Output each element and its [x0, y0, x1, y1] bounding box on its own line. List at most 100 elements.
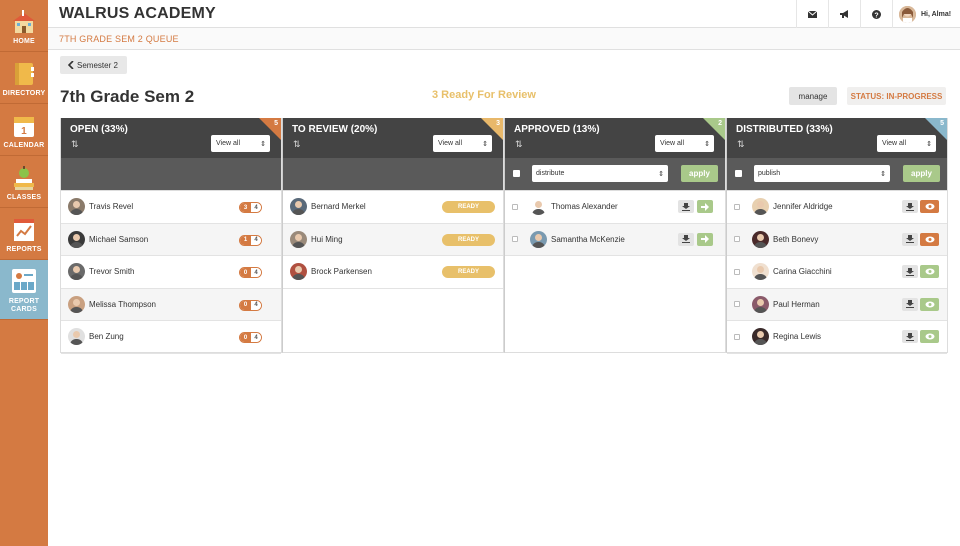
chevron-left-icon	[68, 61, 74, 69]
avatar	[752, 295, 769, 313]
download-button[interactable]	[902, 330, 918, 343]
download-button[interactable]	[678, 232, 694, 246]
student-name: Hui Ming	[311, 234, 343, 244]
row-checkbox[interactable]	[512, 236, 518, 243]
sidebar-item-directory[interactable]: DIRECTORY	[0, 52, 48, 104]
sort-icon[interactable]: ⇅	[293, 139, 301, 150]
row-checkbox[interactable]	[734, 333, 740, 340]
list-item[interactable]: Carina Giacchini	[727, 256, 947, 289]
page-title: 7th Grade Sem 2	[60, 87, 195, 106]
progress-done: 1	[240, 235, 251, 245]
row-checkbox[interactable]	[734, 203, 740, 210]
student-name: Trevor Smith	[89, 267, 135, 277]
view-button[interactable]	[920, 265, 939, 278]
select-all-checkbox[interactable]	[513, 170, 520, 177]
distribute-button[interactable]	[697, 200, 713, 213]
download-button[interactable]	[902, 265, 918, 278]
help-button[interactable]: ?	[860, 0, 892, 28]
progress-done: 3	[240, 203, 251, 212]
download-button[interactable]	[902, 232, 918, 246]
download-button[interactable]	[902, 297, 918, 311]
progress-total: 4	[251, 300, 261, 310]
ready-button[interactable]: READY	[442, 233, 495, 246]
bulk-action-select[interactable]: publish ⇕	[754, 165, 890, 182]
sidebar-item-label: REPORTS	[6, 246, 42, 253]
row-checkbox[interactable]	[734, 301, 740, 308]
list-item[interactable]: Ben Zung 04	[61, 321, 281, 354]
column-count: 2	[718, 120, 722, 127]
mail-button[interactable]	[796, 0, 828, 28]
sort-icon[interactable]: ⇅	[737, 139, 745, 150]
list-item[interactable]: Travis Revel 34	[61, 191, 281, 224]
report-cards-icon	[12, 269, 36, 293]
view-button[interactable]	[920, 232, 939, 246]
column-distributed: DISTRIBUTED (33%) ⇅ View all ⇕ 5 publish ⇕…	[726, 118, 948, 354]
bulk-action-select[interactable]: distribute ⇕	[532, 165, 668, 182]
list-item[interactable]: Thomas Alexander	[505, 191, 725, 224]
sidebar-item-classes[interactable]: CLASSES	[0, 156, 48, 208]
view-filter-value: View all	[660, 140, 684, 147]
back-label: Semester 2	[77, 60, 118, 70]
select-arrows-icon: ⇕	[482, 140, 488, 148]
download-icon	[906, 235, 914, 243]
sidebar-item-label: CLASSES	[6, 194, 42, 201]
student-name: Beth Bonevy	[773, 234, 819, 244]
download-button[interactable]	[678, 200, 694, 213]
column-toolbar: publish ⇕ apply	[727, 158, 947, 191]
ready-button[interactable]: READY	[442, 201, 495, 213]
column-title: TO REVIEW (20%)	[292, 124, 378, 135]
progress-badge: 34	[239, 202, 262, 213]
view-button[interactable]	[920, 297, 939, 311]
apply-button[interactable]: apply	[903, 165, 940, 182]
progress-badge: 14	[239, 234, 262, 246]
column-approved: APPROVED (13%) ⇅ View all ⇕ 2 distribute ⇕…	[504, 118, 726, 353]
download-icon	[906, 332, 914, 341]
avatar	[68, 328, 85, 346]
list-item[interactable]: Brock Parkensen READY	[283, 256, 503, 289]
view-button[interactable]	[920, 200, 939, 213]
ready-button[interactable]: READY	[442, 266, 495, 278]
sort-icon[interactable]: ⇅	[515, 139, 523, 150]
svg-text:?: ?	[874, 12, 878, 19]
row-checkbox[interactable]	[512, 203, 518, 210]
student-name: Jennifer Aldridge	[773, 202, 833, 212]
list-item[interactable]: Michael Samson 14	[61, 223, 281, 256]
column-toolbar: distribute ⇕ apply	[505, 158, 725, 191]
sort-icon[interactable]: ⇅	[71, 139, 79, 150]
avatar	[68, 198, 85, 216]
sidebar-item-reports[interactable]: REPORTS	[0, 208, 48, 260]
announcements-button[interactable]	[828, 0, 860, 28]
list-item[interactable]: Samantha McKenzie	[505, 223, 725, 256]
column-count: 3	[496, 120, 500, 127]
user-menu[interactable]: Hi, Alma!	[892, 0, 960, 28]
download-icon	[906, 300, 914, 308]
list-item[interactable]: Jennifer Aldridge	[727, 191, 947, 224]
back-button[interactable]: Semester 2	[60, 56, 127, 74]
list-item[interactable]: Trevor Smith 04	[61, 256, 281, 289]
list-item[interactable]: Paul Herman	[727, 288, 947, 321]
row-checkbox[interactable]	[734, 236, 740, 243]
distribute-button[interactable]	[697, 232, 713, 246]
sidebar-item-calendar[interactable]: 1 CALENDAR	[0, 104, 48, 156]
student-name: Carina Giacchini	[773, 267, 832, 277]
avatar	[68, 230, 85, 248]
sidebar-item-home[interactable]: HOME	[0, 0, 48, 52]
row-checkbox[interactable]	[734, 268, 740, 275]
avatar	[290, 263, 307, 281]
list-item[interactable]: Hui Ming READY	[283, 223, 503, 256]
manage-button[interactable]: manage	[789, 87, 837, 105]
student-name: Ben Zung	[89, 332, 124, 342]
select-all-checkbox[interactable]	[735, 170, 742, 177]
view-button[interactable]	[920, 330, 939, 343]
calendar-icon: 1	[14, 117, 34, 137]
list-item[interactable]: Regina Lewis	[727, 321, 947, 354]
sidebar-item-report-cards[interactable]: REPORT CARDS	[0, 260, 48, 320]
download-button[interactable]	[902, 200, 918, 213]
list-item[interactable]: Melissa Thompson 04	[61, 288, 281, 321]
list-item[interactable]: Bernard Merkel READY	[283, 191, 503, 224]
apply-button[interactable]: apply	[681, 165, 718, 182]
reports-icon	[14, 219, 34, 241]
list-item[interactable]: Beth Bonevy	[727, 223, 947, 256]
eye-icon	[925, 268, 934, 275]
avatar	[68, 295, 85, 313]
